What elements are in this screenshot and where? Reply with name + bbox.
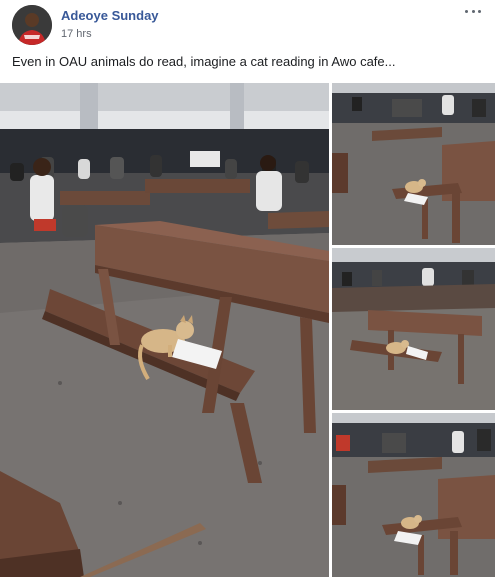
author-name-link[interactable]: Adeoye Sunday <box>61 8 159 23</box>
post-caption: Even in OAU animals do read, imagine a c… <box>12 54 396 69</box>
dot <box>465 9 468 13</box>
more-options-icon[interactable] <box>461 4 485 18</box>
post-timestamp[interactable]: 17 hrs <box>61 28 92 40</box>
dot <box>471 9 475 13</box>
photo-cat-on-bench <box>0 83 329 577</box>
avatar-image <box>12 5 52 45</box>
photo-main[interactable] <box>0 83 329 577</box>
dot <box>478 9 481 13</box>
photo-cat-on-bench <box>332 413 495 577</box>
photo-cat-on-bench <box>332 248 495 410</box>
photo-thumbnail-2[interactable] <box>332 248 495 410</box>
photo-thumbnail-1[interactable] <box>332 83 495 245</box>
photo-cat-on-bench <box>332 83 495 245</box>
post-header: Adeoye Sunday 17 hrs <box>0 0 495 50</box>
photo-grid <box>0 83 495 577</box>
photo-thumbnail-3[interactable] <box>332 413 495 577</box>
author-avatar[interactable] <box>12 5 52 45</box>
